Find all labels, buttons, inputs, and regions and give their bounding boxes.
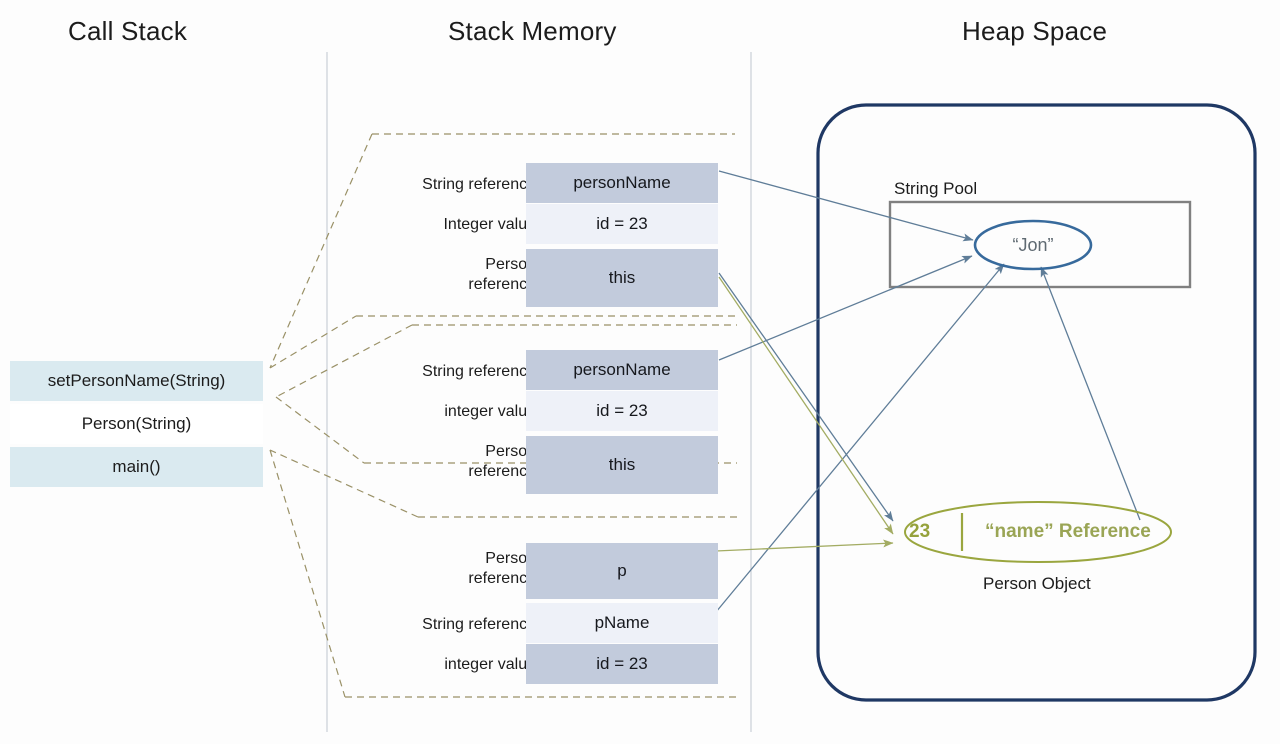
arrow-main-p-to-person: [715, 539, 894, 552]
person-object-id: 23: [909, 521, 931, 542]
frame3-row2-label: String reference: [422, 616, 536, 633]
frame1-row2-value: id = 23: [526, 204, 718, 244]
frame2-row3-label: Person reference: [468, 443, 536, 480]
frame1-row1-value: personName: [526, 163, 718, 203]
frame1-row2-label: Integer value: [443, 216, 536, 233]
person-object-caption: Person Object: [983, 574, 1091, 593]
frame2-row1-value: personName: [526, 350, 718, 390]
frame3-row2-value: pName: [526, 603, 718, 643]
frame3-row3-label: integer value: [444, 656, 536, 673]
string-literal-oval: [973, 219, 1093, 271]
person-object-name-reference: “name” Reference: [985, 521, 1151, 542]
arrow-pname-to-jon: [715, 263, 1005, 613]
call-stack-frame-person[interactable]: Person(String): [10, 404, 263, 444]
frame1-row3-value: this: [526, 249, 718, 307]
frame3-row1-value: p: [526, 543, 718, 599]
diagram-canvas: Call Stack Stack Memory Heap Space setPe…: [0, 0, 1280, 744]
string-pool-label: String Pool: [894, 179, 978, 198]
frame2-row1-label: String reference: [422, 363, 536, 380]
frame2-row2-value: id = 23: [526, 391, 718, 431]
frame3-row3-value: id = 23: [526, 644, 718, 684]
call-stack-frame-main[interactable]: main(): [10, 447, 263, 487]
frame1-row3-label: Person reference: [468, 256, 536, 293]
arrow-ctor-personname-to-jon: [718, 255, 973, 361]
frame3-row1-label: Person reference: [468, 550, 536, 587]
frame2-row2-label: integer value: [444, 403, 536, 420]
string-pool-box: [888, 200, 1192, 289]
arrow-personobject-name-to-jon: [1040, 266, 1141, 521]
arrow-ctor-this-to-person: [718, 276, 894, 535]
column-title-heap-space: Heap Space: [962, 16, 1108, 46]
arrow-setpn-this-to-person: [718, 272, 894, 522]
call-stack-frame-setpersonname[interactable]: setPersonName(String): [10, 361, 263, 401]
column-title-stack-memory: Stack Memory: [448, 16, 617, 46]
frame2-row3-value: this: [526, 436, 718, 494]
heap-container: [816, 103, 1257, 702]
column-title-call-stack: Call Stack: [68, 16, 188, 46]
frame1-row1-label: String reference: [422, 176, 536, 193]
